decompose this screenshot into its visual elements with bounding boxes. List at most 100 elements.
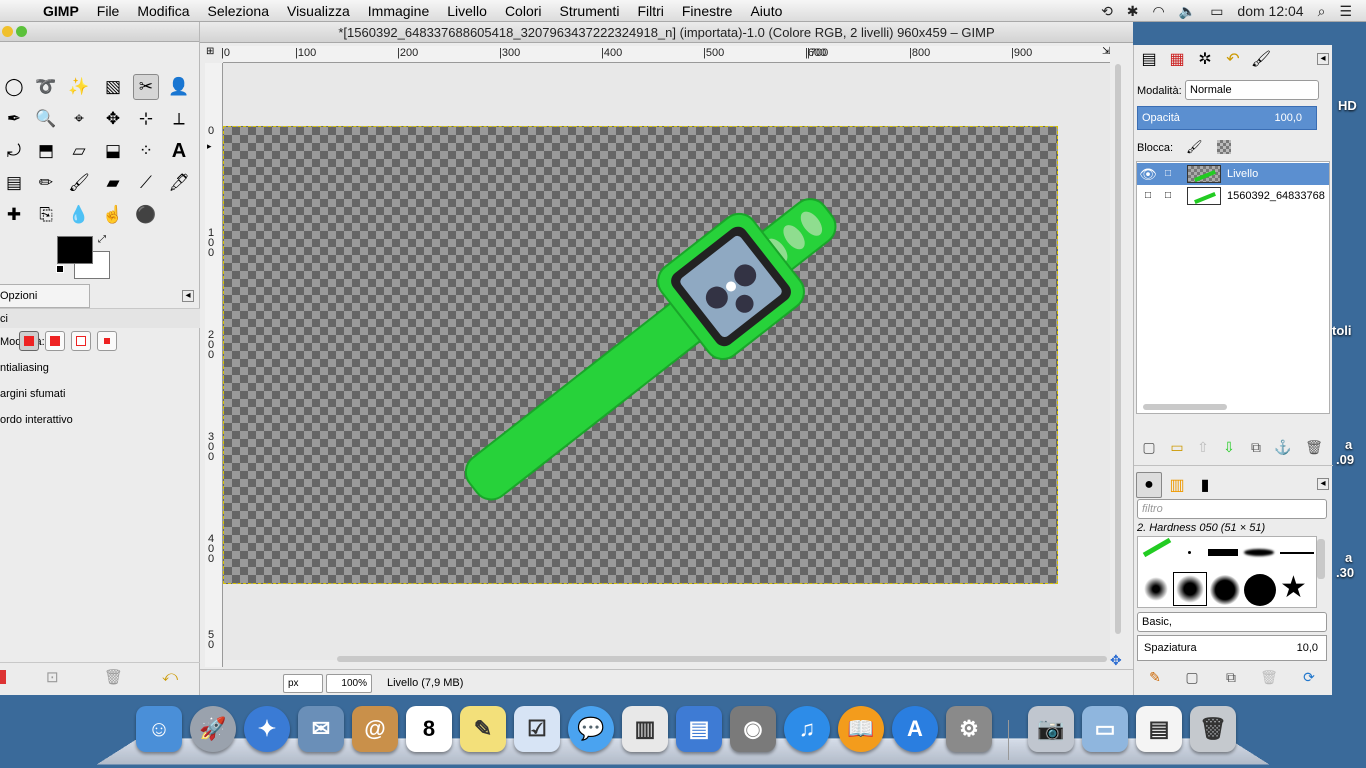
foreground-color-swatch[interactable] (57, 236, 93, 264)
layer-name[interactable]: 1560392_64833768 (1227, 185, 1329, 207)
menu-finestre[interactable]: Finestre (673, 3, 742, 19)
brush-item[interactable] (1210, 575, 1240, 605)
mode-replace-button[interactable] (19, 331, 39, 351)
new-layer-icon[interactable]: ▢ (1139, 437, 1159, 457)
feather-edges-checkbox[interactable]: argini sfumati (0, 388, 65, 400)
menu-strumenti[interactable]: Strumenti (551, 3, 629, 19)
crop-icon[interactable]: ⟂ (166, 106, 192, 132)
layer-mode-select[interactable]: Normale (1185, 80, 1319, 100)
horizontal-scrollbar[interactable] (223, 653, 1110, 665)
blur-icon[interactable]: 💧 (66, 202, 92, 228)
image-capture-icon[interactable]: 📷 (1028, 706, 1074, 752)
pencil-icon[interactable]: ✏ (33, 170, 59, 196)
spacing-slider[interactable]: Spaziatura 10,0 (1137, 635, 1327, 661)
document-stack-icon[interactable]: ▤ (1136, 706, 1182, 752)
tab-brush-icon[interactable]: 🖌 (1248, 46, 1274, 72)
dodge-burn-icon[interactable]: ⚫ (133, 202, 159, 228)
swap-colors-icon[interactable]: ⤢ (98, 234, 106, 245)
paths-icon[interactable]: ✒ (1, 106, 27, 132)
contacts-icon[interactable]: @ (352, 706, 398, 752)
layer-row[interactable]: 👁 □ Livello (1137, 163, 1329, 185)
clock[interactable]: dom 12:04 (1237, 3, 1303, 19)
restore-options-icon[interactable]: ⊡ (46, 668, 59, 686)
perspective-icon[interactable]: ⬓ (100, 138, 126, 164)
reset-options-icon[interactable]: ⤺ (162, 668, 178, 685)
tab-tool-options[interactable]: Opzioni strumento (0, 284, 90, 324)
brush-item[interactable] (1244, 549, 1274, 556)
ink-icon[interactable]: 🖋 (166, 170, 192, 196)
new-brush-icon[interactable]: ▢ (1182, 667, 1202, 687)
brush-item[interactable] (1176, 575, 1204, 603)
opacity-slider[interactable]: Opacità 100,0 (1137, 106, 1317, 130)
anchor-layer-icon[interactable]: ⚓ (1273, 437, 1293, 457)
delete-options-icon[interactable]: 🗑 (104, 668, 123, 686)
tab-brushes-icon[interactable]: ● (1136, 472, 1162, 498)
menu-visualizza[interactable]: Visualizza (278, 3, 359, 19)
save-options-icon[interactable] (0, 670, 6, 684)
calendar-icon[interactable]: 8 (406, 706, 452, 752)
safari-icon[interactable]: ✦ (244, 706, 290, 752)
lock-pixels-icon[interactable]: 🖌 (1186, 139, 1203, 155)
tab-layers-icon[interactable]: ▤ (1136, 46, 1162, 72)
visibility-toggle-icon[interactable]: □ (1139, 185, 1157, 207)
star-brush-icon[interactable]: ★ (1280, 571, 1307, 605)
navigate-icon[interactable]: ✥ (1110, 652, 1122, 669)
reminders-icon[interactable]: ☑ (514, 706, 560, 752)
duplicate-brush-icon[interactable]: ⧉ (1221, 667, 1241, 687)
trash-icon[interactable]: 🗑 (1190, 706, 1236, 752)
lower-layer-icon[interactable]: ⇩ (1219, 437, 1239, 457)
volume-icon[interactable]: 🔈 (1179, 3, 1196, 20)
brush-item[interactable] (1280, 552, 1314, 554)
brush-grid[interactable]: ★ (1137, 536, 1317, 608)
layers-scrollbar[interactable] (1143, 404, 1227, 410)
shear-icon[interactable]: ▱ (66, 138, 92, 164)
delete-layer-icon[interactable]: 🗑 (1304, 437, 1324, 457)
vertical-scroll-thumb[interactable] (1115, 64, 1121, 634)
interactive-boundary-checkbox[interactable]: ordo interattivo (0, 414, 73, 426)
menu-modifica[interactable]: Modifica (128, 3, 198, 19)
brush-item[interactable] (1188, 551, 1191, 554)
notification-center-icon[interactable]: ☰ (1339, 3, 1352, 20)
antialiasing-checkbox[interactable]: ntialiasing (0, 362, 49, 374)
clone-icon[interactable]: ⎘ (33, 202, 59, 228)
visibility-eye-icon[interactable]: 👁 (1139, 163, 1157, 185)
menu-immagine[interactable]: Immagine (359, 3, 438, 19)
ellipse-select-icon[interactable]: ◯ (1, 74, 27, 100)
spotlight-icon[interactable]: ⌕ (1318, 3, 1326, 20)
chain-toggle-icon[interactable]: □ (1159, 185, 1177, 207)
quick-mask-icon[interactable]: ⊞ (206, 46, 214, 57)
app-menu-gimp[interactable]: GIMP (34, 3, 88, 19)
foreground-select-icon[interactable]: 👤 (166, 74, 192, 100)
vertical-ruler[interactable]: 0 1 0 0 2 0 0 3 0 0 4 0 0 5 0 (205, 63, 223, 667)
menu-seleziona[interactable]: Seleziona (198, 3, 278, 19)
select-by-color-icon[interactable]: ▧ (100, 74, 126, 100)
zoom-on-resize-icon[interactable]: ⇲ (1102, 46, 1110, 57)
duplicate-layer-icon[interactable]: ⧉ (1246, 437, 1266, 457)
chain-toggle-icon[interactable]: □ (1159, 163, 1177, 185)
free-select-icon[interactable]: ➰ (33, 74, 59, 100)
panel-menu-icon[interactable]: ◂ (1317, 53, 1329, 65)
zoom-icon[interactable] (16, 26, 27, 37)
paintbrush-icon[interactable]: 🖌 (66, 170, 92, 196)
menu-livello[interactable]: Livello (438, 3, 496, 19)
bluetooth-icon[interactable]: ✱ (1127, 3, 1139, 20)
mode-intersect-button[interactable] (97, 331, 117, 351)
layer-name[interactable]: Livello (1227, 163, 1329, 185)
tab-channels-icon[interactable]: ▦ (1164, 46, 1190, 72)
downloads-folder-icon[interactable]: ▭ (1082, 706, 1128, 752)
move-icon[interactable]: ✥ (100, 106, 126, 132)
battery-icon[interactable]: ▭ (1210, 3, 1223, 20)
horizontal-scroll-thumb[interactable] (337, 656, 1107, 662)
brush-clipboard[interactable] (1142, 537, 1172, 558)
time-machine-icon[interactable]: ⟲ (1101, 3, 1113, 20)
gimp-icon[interactable]: ◉ (730, 706, 776, 752)
keynote-icon[interactable]: ▤ (676, 706, 722, 752)
rotate-icon[interactable]: ⤾ (1, 138, 27, 164)
tab-gradients-icon[interactable]: ▮ (1192, 472, 1218, 498)
notes-icon[interactable]: ✎ (460, 706, 506, 752)
brush-item[interactable] (1144, 577, 1168, 601)
zoom-tool-icon[interactable]: 🔍 (33, 106, 59, 132)
heal-icon[interactable]: ✚ (1, 202, 27, 228)
edit-brush-icon[interactable]: ✎ (1145, 667, 1165, 687)
vertical-scrollbar[interactable] (1112, 46, 1124, 660)
